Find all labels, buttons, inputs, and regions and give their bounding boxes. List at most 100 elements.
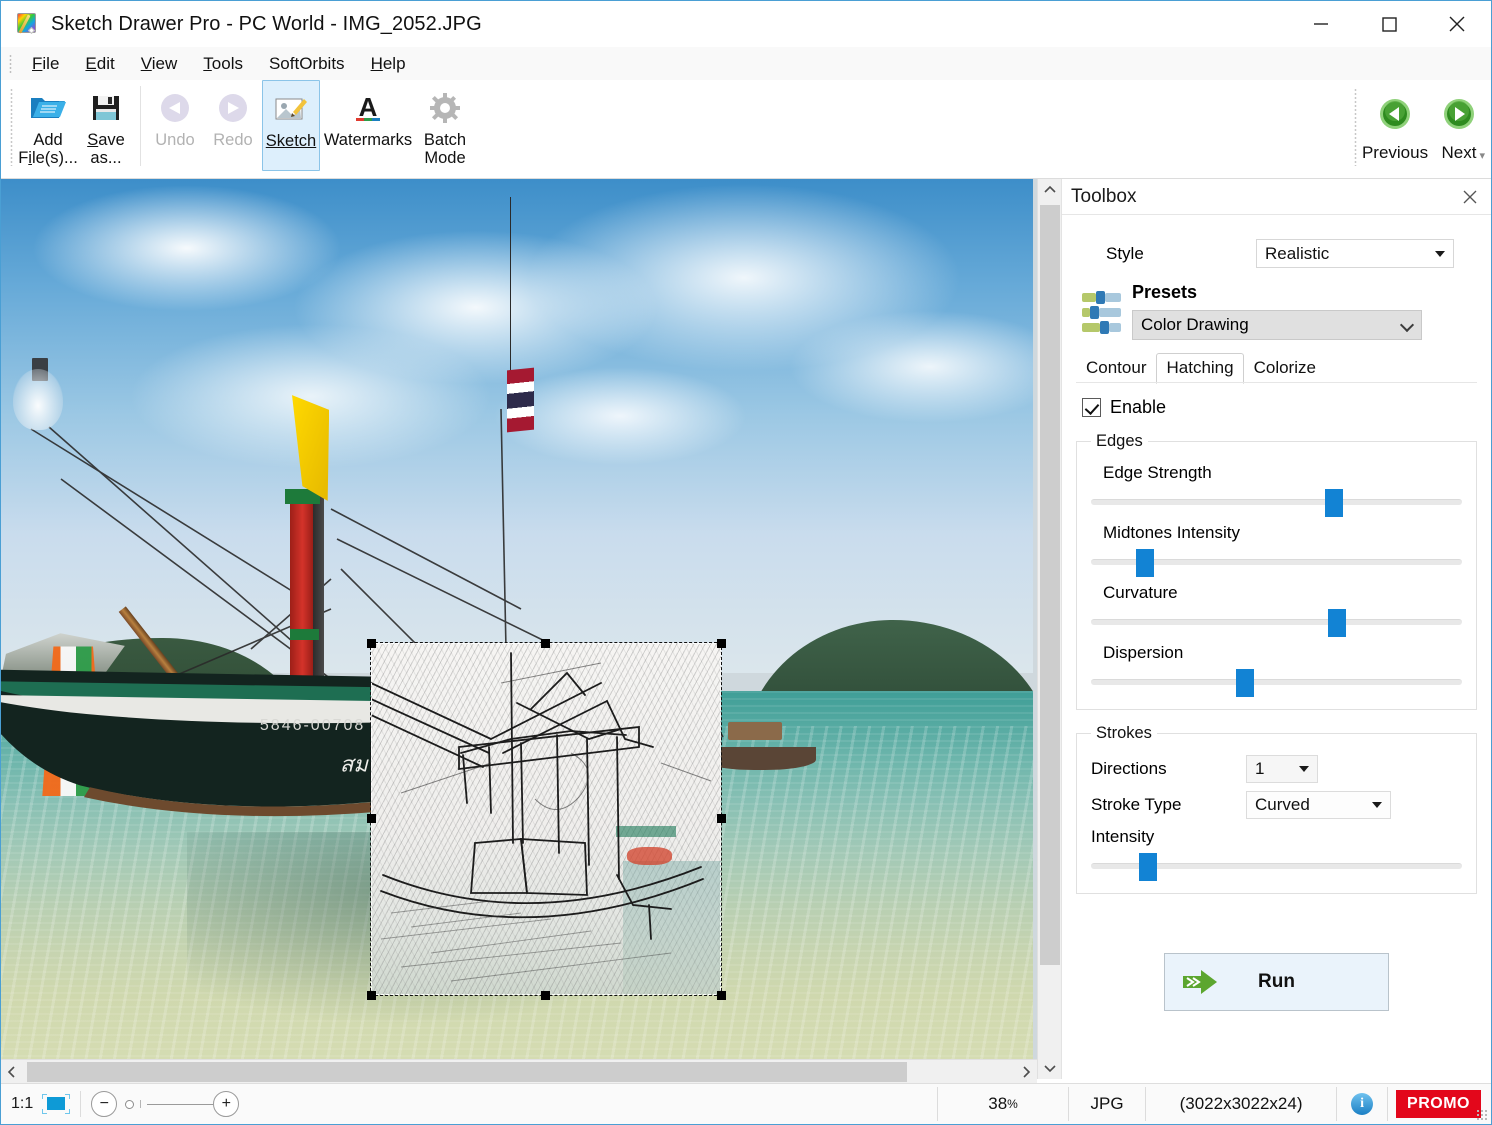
window-controls [1287, 1, 1491, 47]
promo-badge[interactable]: PROMO [1396, 1090, 1481, 1118]
canvas-vertical-scrollbar[interactable] [1037, 179, 1061, 1079]
midtones-intensity-slider[interactable] [1091, 547, 1462, 575]
scroll-left-icon[interactable] [1, 1060, 23, 1084]
menu-softorbits[interactable]: SoftOrbits [256, 50, 358, 78]
tab-contour[interactable]: Contour [1076, 353, 1156, 384]
scroll-up-icon[interactable] [1038, 179, 1062, 201]
fit-to-window-icon[interactable] [42, 1094, 70, 1114]
image-canvas[interactable]: 5846-00708 สมบูรณ์ [1, 179, 1061, 1079]
menu-edit[interactable]: Edit [72, 50, 127, 78]
maximize-icon[interactable] [1355, 1, 1423, 47]
watermarks-button[interactable]: A Watermarks [320, 80, 416, 172]
toolbar-nav-grip[interactable] [1354, 88, 1357, 166]
selection-handle-nw[interactable] [367, 639, 376, 648]
slider-thumb[interactable] [1325, 489, 1343, 517]
zoom-slider-track[interactable] [147, 1104, 213, 1105]
slider-thumb[interactable] [1139, 853, 1157, 881]
sketch-pencil-icon [273, 89, 309, 129]
status-separator [80, 1091, 81, 1117]
scroll-right-icon[interactable] [1015, 1060, 1037, 1084]
stroke-type-dropdown[interactable]: Curved [1246, 791, 1391, 819]
scroll-down-icon[interactable] [1038, 1057, 1062, 1079]
enable-checkbox[interactable] [1082, 398, 1101, 417]
toolbox-close-icon[interactable] [1459, 186, 1481, 208]
thai-flag [507, 367, 534, 432]
save-as-button[interactable]: Saveas... [77, 80, 135, 172]
zoom-slider-thumb[interactable] [125, 1100, 134, 1109]
undo-label: Undo [154, 132, 195, 150]
selection-handle-se[interactable] [717, 991, 726, 1000]
edges-group: Edges Edge Strength Midtones Intensity C… [1076, 432, 1477, 710]
dispersion-label: Dispersion [1103, 643, 1462, 663]
status-bar: 1:1 − + 38% JPG (3022x3022x24) [1, 1083, 1491, 1124]
lamp-bulb [13, 369, 63, 431]
redo-button[interactable]: Redo [204, 80, 262, 172]
zoom-percent-value: 38 [988, 1094, 1007, 1114]
redo-arrow-icon [216, 88, 250, 128]
intensity-slider[interactable] [1091, 851, 1462, 879]
selection-handle-e[interactable] [717, 814, 726, 823]
next-arrow-icon [1443, 94, 1475, 134]
edge-strength-label: Edge Strength [1103, 463, 1462, 483]
info-button[interactable]: i [1337, 1084, 1387, 1125]
chevron-down-icon [1400, 318, 1414, 332]
slider-track [1091, 619, 1462, 625]
svg-text:5846-00708: 5846-00708 [260, 717, 365, 734]
antenna [510, 197, 511, 382]
directions-dropdown[interactable]: 1 [1246, 755, 1318, 783]
gear-icon [429, 88, 461, 128]
slider-thumb[interactable] [1328, 609, 1346, 637]
tab-colorize[interactable]: Colorize [1244, 353, 1326, 384]
zoom-in-button[interactable]: + [213, 1091, 239, 1117]
canvas-horizontal-scrollbar[interactable] [1, 1059, 1037, 1083]
watermarks-label: Watermarks [323, 132, 413, 150]
close-icon[interactable] [1423, 1, 1491, 47]
curvature-slider[interactable] [1091, 607, 1462, 635]
dispersion-slider[interactable] [1091, 667, 1462, 695]
save-as-label: Saveas... [86, 132, 126, 168]
selection-handle-w[interactable] [367, 814, 376, 823]
zoom-slider-control[interactable]: − + [91, 1091, 239, 1117]
add-files-button[interactable]: AddFile(s)... [19, 80, 77, 172]
edge-strength-slider[interactable] [1091, 487, 1462, 515]
slider-thumb[interactable] [1136, 549, 1154, 577]
enable-row[interactable]: Enable [1076, 397, 1477, 418]
style-dropdown[interactable]: Realistic [1256, 239, 1454, 268]
batch-mode-button[interactable]: BatchMode [416, 80, 474, 172]
toolbar-separator [140, 86, 141, 166]
menu-help[interactable]: Help [358, 50, 419, 78]
run-button[interactable]: Run [1164, 953, 1389, 1011]
horizontal-scroll-thumb[interactable] [27, 1062, 907, 1082]
photo-boat-beach: 5846-00708 สมบูรณ์ [1, 179, 1033, 1061]
selection-handle-ne[interactable] [717, 639, 726, 648]
zoom-out-button[interactable]: − [91, 1091, 117, 1117]
previous-button[interactable]: Previous [1363, 80, 1427, 163]
toolbar-overflow-icon[interactable]: ▾ [1479, 149, 1485, 162]
undo-button[interactable]: Undo [146, 80, 204, 172]
tab-hatching[interactable]: Hatching [1156, 353, 1243, 384]
selection-handle-sw[interactable] [367, 991, 376, 1000]
menu-tools[interactable]: Tools [190, 50, 256, 78]
sketch-button[interactable]: Sketch [262, 80, 320, 171]
main-toolbar: AddFile(s)... Saveas... [1, 80, 1491, 179]
selection-handle-s[interactable] [541, 991, 550, 1000]
vertical-scroll-thumb[interactable] [1040, 205, 1060, 965]
toolbox-body: Style Realistic Presets Color Drawing [1062, 215, 1491, 894]
minimize-icon[interactable] [1287, 1, 1355, 47]
menu-file[interactable]: FFileile [19, 50, 72, 78]
toolbar-grip[interactable] [10, 88, 13, 166]
slider-thumb[interactable] [1236, 669, 1254, 697]
effect-tabs: Contour Hatching Colorize [1076, 354, 1477, 383]
presets-block: Presets Color Drawing [1076, 282, 1477, 340]
svg-text:A: A [359, 92, 378, 122]
presets-dropdown[interactable]: Color Drawing [1132, 310, 1422, 340]
menu-view[interactable]: View [128, 50, 191, 78]
selection-handle-n[interactable] [541, 639, 550, 648]
curvature-label: Curvature [1103, 583, 1462, 603]
presets-value: Color Drawing [1141, 315, 1249, 335]
run-label: Run [1165, 971, 1388, 993]
chevron-down-icon [1372, 802, 1382, 808]
application-window: Sketch Drawer Pro - PC World - IMG_2052.… [0, 0, 1492, 1125]
resize-grip[interactable] [1476, 1109, 1488, 1121]
stroke-type-row: Stroke Type Curved [1091, 791, 1462, 819]
